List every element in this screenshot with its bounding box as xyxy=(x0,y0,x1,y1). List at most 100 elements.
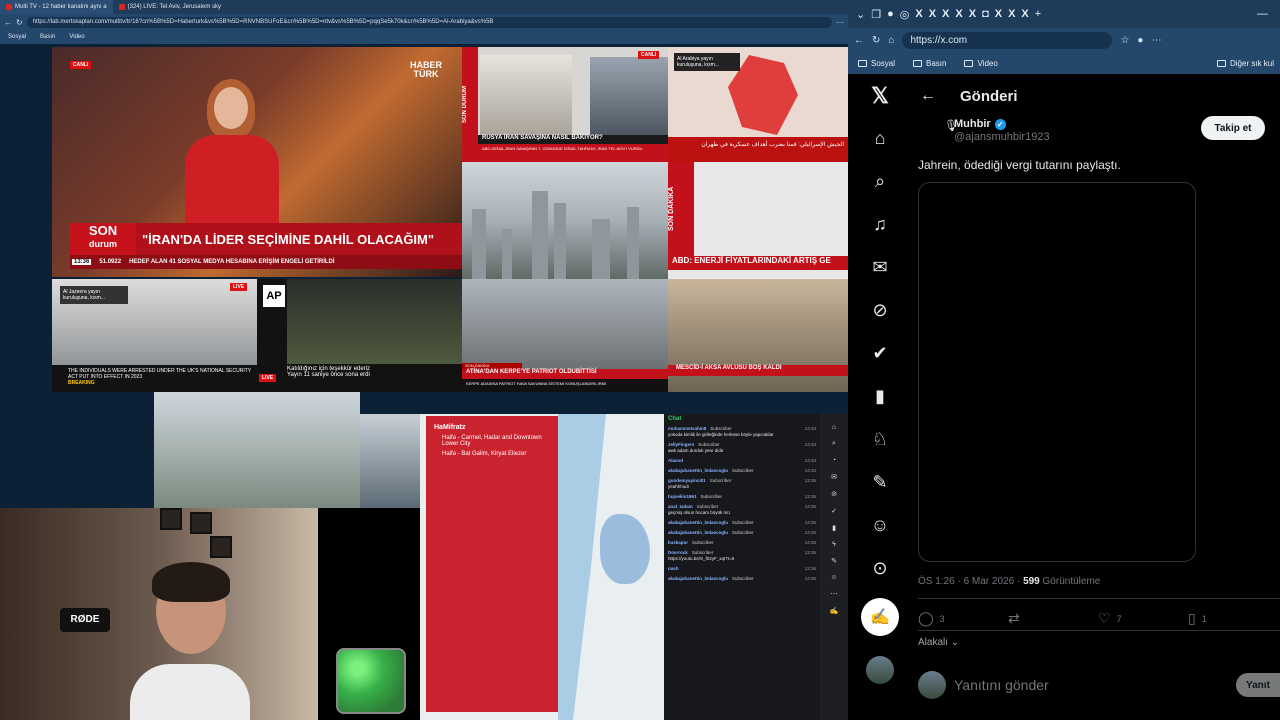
tab-favicon-icon[interactable]: ● xyxy=(887,8,894,20)
chat-username[interactable]: JellyFingers xyxy=(668,442,694,447)
reply-button[interactable]: Yanıt xyxy=(1236,673,1280,697)
bell-icon[interactable]: ♫ xyxy=(873,203,887,246)
profile-icon[interactable]: ● xyxy=(1137,35,1143,46)
tab-live-telaviv[interactable]: (324) LIVE: Tel Aviv, Jerusalem sky xyxy=(113,0,227,14)
mail-icon[interactable]: ✉ xyxy=(831,473,837,481)
check-icon[interactable]: ✓ xyxy=(831,507,837,515)
bookmark-sosyal[interactable]: Sosyal xyxy=(858,59,895,68)
minimize-icon[interactable]: — xyxy=(1257,8,1280,20)
tile-ap[interactable]: AP Katıldığınız için teşekkür ederiz Yay… xyxy=(257,279,462,392)
tweet-media[interactable] xyxy=(918,182,1196,562)
chat-username[interactable]: Doerrock xyxy=(668,550,688,555)
chat-username[interactable]: akakajuhanettin_lmlaecoglu xyxy=(668,530,728,535)
tile-haberturk[interactable]: CANLI HABER TÜRK SON durum "İRAN'DA LİDER… xyxy=(52,47,462,277)
extensions-icon[interactable]: ⋯ xyxy=(836,18,844,27)
person-icon[interactable]: ☺ xyxy=(830,574,837,581)
reply-input[interactable]: Yanıtını gönder xyxy=(954,677,1228,693)
like-action[interactable]: ♡ 7 xyxy=(1098,610,1188,627)
chat-username[interactable]: akakajuhanettin_lmlaecoglu xyxy=(668,468,728,473)
tile-trt-haber[interactable]: MESCİD-İ AKSA AVLUSU BOŞ KALDI xyxy=(668,279,848,392)
tile-skyline-cam[interactable] xyxy=(462,162,668,279)
chat-username[interactable]: hujoekin1961 xyxy=(668,494,697,499)
tile-ntv[interactable]: SON DURUM CANLI RUSYA İRAN SAVAŞINA NASI… xyxy=(462,47,668,162)
tab-multitv[interactable]: Multi TV - 12 haber kanalını aynı a xyxy=(0,0,113,14)
bookmark-sosyal[interactable]: Sosyal xyxy=(8,34,26,40)
bookmark-basin[interactable]: Basın xyxy=(40,34,55,40)
grok-icon[interactable]: ⊘ xyxy=(872,289,887,332)
x-tab-icon[interactable]: X xyxy=(955,8,962,20)
globe-icon[interactable]: ◎ xyxy=(900,8,910,21)
tile-al-arabiya[interactable]: Al Arabiya yayın kuruluşuna, kısm... الج… xyxy=(668,47,848,162)
repost-action[interactable]: ⇄ xyxy=(1008,610,1098,627)
left-address-bar[interactable]: https://lab.mertskaplan.com/multitv/tr/1… xyxy=(26,16,832,28)
reload-icon[interactable]: ↻ xyxy=(16,18,23,27)
tile-tv100[interactable]: SON DAKİKA ATİNA'DAN KERPE'YE PATRIOT OL… xyxy=(462,279,668,392)
bookmark-icon[interactable]: ▮ xyxy=(875,375,885,418)
x-tab-icon[interactable]: X xyxy=(915,8,922,20)
chat-username[interactable]: kuskapor xyxy=(668,540,688,545)
x-logo-icon[interactable]: 𝕏 xyxy=(871,74,889,117)
reply-sort[interactable]: Alakalı ⌄ xyxy=(918,637,959,648)
more-icon[interactable]: ⊙ xyxy=(872,547,887,590)
post-button[interactable]: ✍ xyxy=(861,598,899,636)
x-tab-icon[interactable]: X xyxy=(929,8,936,20)
author-handle[interactable]: @ajansmuhbir1923 xyxy=(954,131,1050,143)
back-icon[interactable]: ← xyxy=(854,35,864,46)
articles-icon[interactable]: ✎ xyxy=(872,461,887,504)
home-icon[interactable]: ⌂ xyxy=(875,117,886,160)
jobs-icon[interactable]: ♘ xyxy=(872,418,888,461)
bookmark-other[interactable]: Diğer sık kul xyxy=(1216,59,1280,68)
grok-icon[interactable]: ⊘ xyxy=(831,490,837,498)
timestamp[interactable]: ÖS 1:26 · 6 Mar 2026 · xyxy=(918,576,1023,587)
stream-chat[interactable]: Chat 13:34 muhammetsahin8 Subscriber yokoda… xyxy=(664,414,820,720)
verified-orgs-icon[interactable]: ✔ xyxy=(872,332,887,375)
chat-username[interactable]: gundemyayinci01 xyxy=(668,478,706,483)
bookmark-video[interactable]: Video xyxy=(69,34,84,40)
x-tab-icon[interactable]: X xyxy=(995,8,1002,20)
alert-map-panel[interactable]: HaMifratz Haifa - Carmel, Hadar and Down… xyxy=(420,414,664,720)
chevron-down-icon[interactable]: ⌄ xyxy=(856,8,865,21)
tile-cnn-turk[interactable]: SON DAKİKA ABD: ENERJİ FİYATLARINDAKİ AR… xyxy=(668,162,848,279)
search-icon[interactable]: ⌕ xyxy=(875,160,885,203)
more-icon[interactable]: ⋯ xyxy=(831,590,838,598)
chat-username[interactable]: anal_tadam xyxy=(668,504,693,509)
x-tab-icon[interactable]: X xyxy=(1008,8,1015,20)
tile-al-jazeera[interactable]: Al Jazeera yayın kuruluşuna, kısm... LIV… xyxy=(52,279,257,392)
post-icon[interactable]: ✍ xyxy=(830,607,839,615)
bell-icon[interactable]: ◔ xyxy=(832,457,836,464)
star-icon[interactable]: ☆ xyxy=(1120,35,1129,46)
chat-username[interactable]: muhammetsahin8 xyxy=(668,426,706,431)
x-tab-icon[interactable]: X xyxy=(942,8,949,20)
reply-action[interactable]: ◯ 3 xyxy=(918,610,1008,627)
avatar[interactable] xyxy=(866,656,894,684)
back-icon[interactable]: ← xyxy=(4,18,12,27)
chat-username[interactable]: akakajuhanettin_lmlaecoglu xyxy=(668,576,728,581)
tile-aerial-cam[interactable] xyxy=(154,392,360,508)
reload-icon[interactable]: ↻ xyxy=(872,35,880,46)
chat-username[interactable]: Alaxod xyxy=(668,458,683,463)
right-address-bar[interactable]: https://x.com xyxy=(902,31,1113,49)
x-tab-icon[interactable]: X xyxy=(1021,8,1028,20)
mail-icon[interactable]: ✉ xyxy=(872,246,887,289)
chat-username[interactable]: akakajuhanettin_lmlaecoglu xyxy=(668,520,728,525)
chat-username[interactable]: nash xyxy=(668,566,679,571)
more-icon[interactable]: ⋯ xyxy=(1151,35,1161,46)
bookmark-action[interactable]: ▯ 1 xyxy=(1188,610,1278,627)
tabs-icon[interactable]: ❐ xyxy=(871,8,881,21)
edit-icon[interactable]: ✎ xyxy=(831,557,837,565)
home-icon[interactable]: ⌂ xyxy=(832,424,836,431)
instagram-icon[interactable]: ◘ xyxy=(982,8,989,20)
bookmark-basin[interactable]: Basın xyxy=(913,59,946,68)
search-icon[interactable]: ⌕ xyxy=(832,440,836,448)
post-author[interactable]: 🎙 Muhbir ✓ @ajansmuhbir1923 xyxy=(944,118,1050,143)
bookmark-video[interactable]: Video xyxy=(964,59,998,68)
back-arrow-icon[interactable]: ← xyxy=(920,87,936,105)
x-tab-icon[interactable]: X xyxy=(969,8,976,20)
new-tab-icon[interactable]: + xyxy=(1035,8,1041,20)
author-name[interactable]: Muhbir xyxy=(954,118,991,130)
bolt-icon[interactable]: ϟ xyxy=(832,541,836,548)
follow-button[interactable]: Takip et xyxy=(1201,116,1265,140)
home-icon[interactable]: ⌂ xyxy=(888,35,894,46)
bookmark-icon[interactable]: ▮ xyxy=(832,524,836,532)
profile-icon[interactable]: ☺ xyxy=(871,504,889,547)
